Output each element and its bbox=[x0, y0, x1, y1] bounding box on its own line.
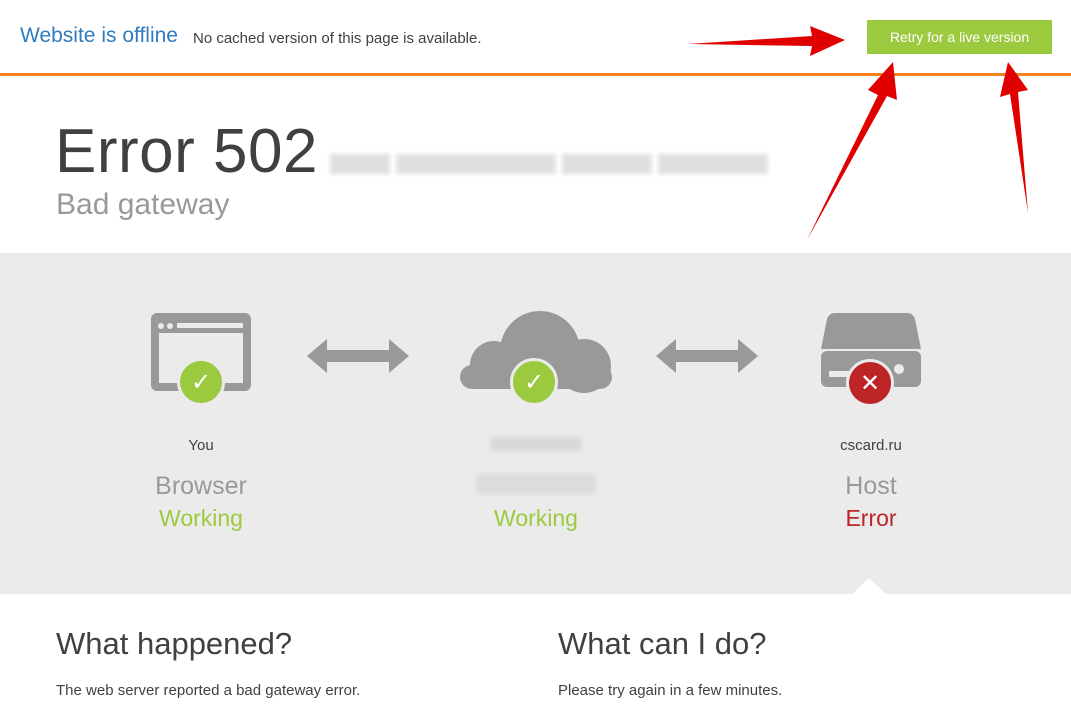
retry-live-button[interactable]: Retry for a live version bbox=[867, 20, 1052, 54]
node-location bbox=[426, 437, 646, 455]
bidirectional-arrow-icon bbox=[307, 339, 409, 373]
what-can-i-do-text: Please try again in a few minutes. bbox=[558, 682, 783, 699]
node-location: cscard.ru bbox=[840, 437, 902, 454]
node-location: You bbox=[188, 437, 214, 454]
offline-title: Website is offline bbox=[20, 24, 178, 47]
check-icon: ✓ bbox=[177, 358, 225, 406]
offline-banner: Website is offline No cached version of … bbox=[0, 0, 1071, 76]
cross-icon: ✕ bbox=[846, 359, 894, 407]
node-browser: ✓ You Browser Working bbox=[91, 253, 311, 531]
node-status: Working bbox=[159, 505, 243, 531]
what-happened-text: The web server reported a bad gateway er… bbox=[56, 682, 361, 699]
node-kind: Host bbox=[845, 472, 897, 500]
error-subtitle: Bad gateway bbox=[56, 188, 230, 221]
error-code: Error 502 bbox=[55, 117, 318, 186]
section-pointer bbox=[851, 578, 887, 595]
check-icon: ✓ bbox=[510, 358, 558, 406]
node-cloud: ✓ Working bbox=[426, 253, 646, 531]
bidirectional-arrow-icon bbox=[656, 339, 758, 373]
status-diagram: ✓ You Browser Working ✓ Working ✕ cscard… bbox=[0, 253, 1071, 594]
node-status: Error bbox=[845, 505, 897, 531]
node-host: ✕ cscard.ru Host Error bbox=[761, 253, 981, 531]
what-happened-heading: What happened? bbox=[56, 626, 293, 661]
node-kind bbox=[426, 472, 646, 501]
node-kind: Browser bbox=[155, 472, 247, 500]
redacted-domain bbox=[330, 154, 768, 174]
node-status: Working bbox=[494, 505, 578, 531]
offline-subtitle: No cached version of this page is availa… bbox=[193, 30, 482, 47]
explanation-section: What happened? The web server reported a… bbox=[0, 594, 1071, 714]
error-header: Error 502 Bad gateway bbox=[0, 76, 1071, 253]
what-can-i-do-heading: What can I do? bbox=[558, 626, 767, 661]
